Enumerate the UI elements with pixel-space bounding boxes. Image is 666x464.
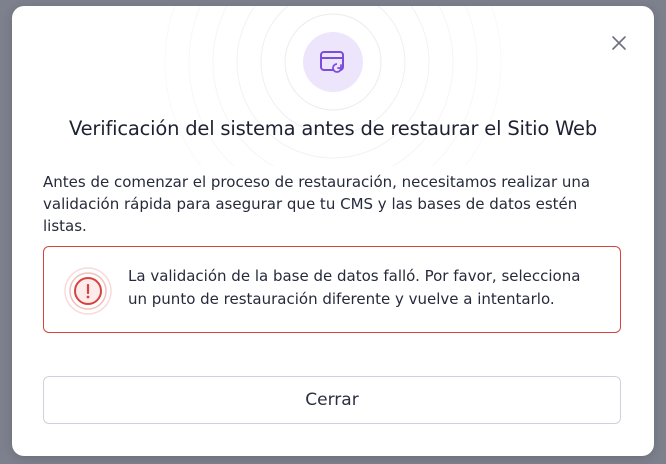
system-check-dialog: Verificación del sistema antes de restau… bbox=[12, 6, 654, 456]
alert-circle-icon bbox=[64, 267, 112, 315]
alert-message: La validación de la base de datos falló.… bbox=[128, 267, 581, 308]
close-button[interactable]: Cerrar bbox=[43, 376, 621, 424]
dialog-title: Verificación del sistema antes de restau… bbox=[68, 117, 598, 140]
error-alert: La validación de la base de datos falló.… bbox=[43, 246, 621, 333]
dialog-description: Antes de comenzar el proceso de restaura… bbox=[43, 173, 591, 235]
close-icon[interactable] bbox=[608, 32, 630, 54]
browser-restore-icon bbox=[303, 32, 363, 92]
